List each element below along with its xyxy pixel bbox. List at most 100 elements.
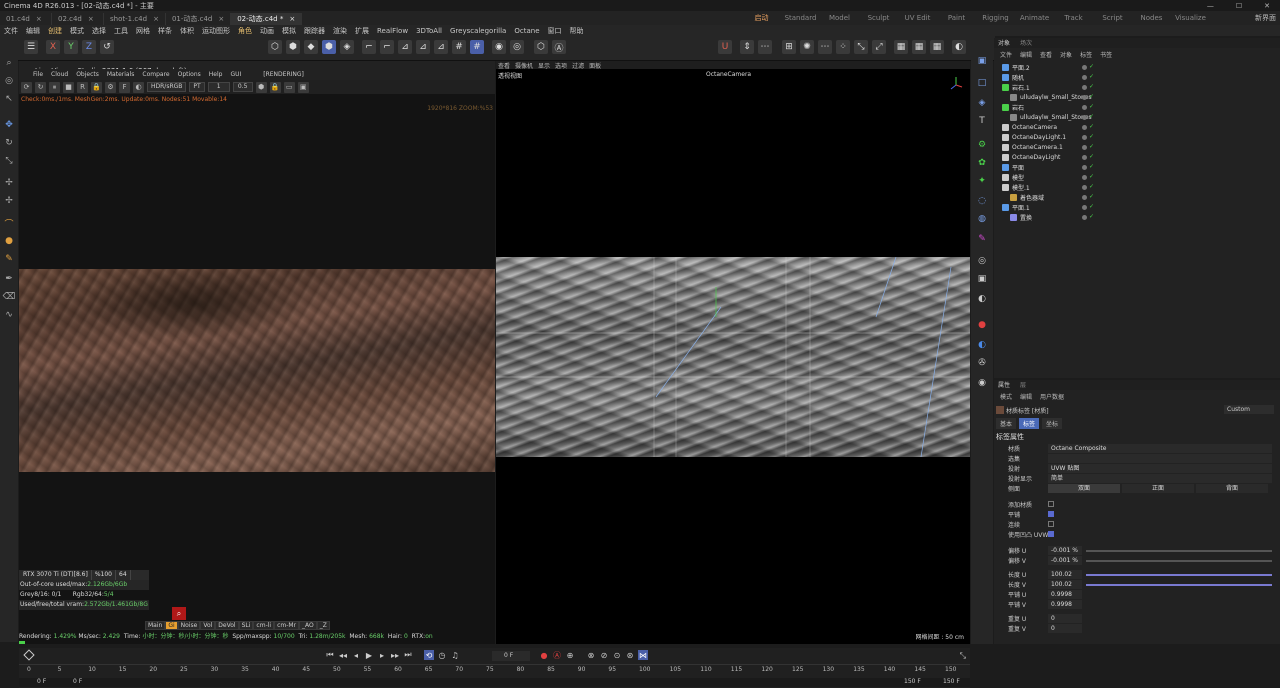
enabled-check-icon[interactable]: ✓ [1089, 64, 1095, 70]
send-scene-icon[interactable]: ⟳ [21, 81, 32, 93]
layout-tab[interactable]: Nodes [1132, 12, 1171, 24]
object-flags[interactable]: ✓ [1082, 114, 1095, 120]
z-axis-icon[interactable]: Z [82, 40, 96, 54]
pass-tab[interactable]: _Z [316, 621, 330, 630]
attribute-value[interactable] [1048, 454, 1272, 463]
enabled-check-icon[interactable]: ✓ [1089, 144, 1095, 150]
enabled-check-icon[interactable]: ✓ [1089, 94, 1095, 100]
menu-item[interactable]: 模式 [1000, 392, 1012, 402]
region-icon[interactable]: R [77, 81, 88, 93]
attribute-value[interactable]: Octane Composite [1048, 444, 1272, 453]
attribute-slider[interactable] [1086, 560, 1272, 562]
viewport-menu-item[interactable]: 面板 [589, 61, 601, 70]
doc-tab[interactable]: 02.c4d × [52, 13, 104, 25]
workplane-icon[interactable]: ⊿ [398, 40, 412, 54]
viewport-menu-item[interactable]: 显示 [538, 61, 550, 70]
x-axis-icon[interactable]: X [46, 40, 60, 54]
subtab-coords[interactable]: 坐标 [1042, 418, 1063, 429]
magnifier-icon[interactable]: ⌕ [172, 607, 186, 620]
cloner-icon[interactable]: ⚙ [974, 138, 990, 152]
menu-item[interactable]: 帮助 [570, 26, 584, 36]
menu-item[interactable]: 跟踪器 [304, 26, 325, 36]
pen-icon[interactable]: ✒ [2, 272, 16, 286]
object-flags[interactable]: ✓ [1082, 194, 1095, 200]
frame-ruler[interactable]: 0 5 10 15 20 25 30 35 40 45 50 55 60 65 70 75 80 85 90 95 10… [19, 664, 970, 676]
attribute-slider[interactable] [1086, 574, 1272, 576]
attribute-value[interactable]: -0.001 % [1048, 556, 1082, 565]
tab-objects[interactable]: 对象 [998, 38, 1010, 48]
spline-pen-icon[interactable]: ✎ [974, 232, 990, 246]
enabled-check-icon[interactable]: ✓ [1089, 174, 1095, 180]
close-tab-icon[interactable]: × [289, 15, 295, 23]
stop-icon[interactable]: ■ [63, 81, 74, 93]
visibility-dot-icon[interactable] [1082, 154, 1087, 160]
grid-snap-icon[interactable]: # [452, 40, 466, 54]
side-option[interactable]: 正面 [1122, 484, 1194, 493]
coordinate-system-icon[interactable]: ↺ [100, 40, 114, 54]
menu-item[interactable]: 窗口 [548, 26, 562, 36]
object-flags[interactable]: ✓ [1082, 144, 1095, 150]
layout-tab[interactable]: Model [820, 12, 859, 24]
monitor-icon[interactable]: ▭ [283, 81, 295, 93]
visibility-dot-icon[interactable] [1082, 124, 1087, 130]
object-row[interactable]: 模型 ✓ [994, 172, 1280, 182]
object-row[interactable]: 着色器域 ✓ [994, 192, 1280, 202]
visibility-dot-icon[interactable] [1082, 144, 1087, 150]
dots-icon[interactable]: ⋯ [758, 40, 772, 54]
effector-icon[interactable]: ✦ [974, 174, 990, 188]
pivot-icon[interactable]: ✢ [2, 194, 16, 208]
menu-item[interactable]: 模式 [70, 26, 84, 36]
object-flags[interactable]: ✓ [1082, 74, 1095, 80]
layout-tab[interactable]: Script [1093, 12, 1132, 24]
object-name[interactable]: ulludaylw_Small_Stones [1020, 114, 1092, 121]
layout-tab[interactable]: Rigging [976, 12, 1015, 24]
live-selection-icon[interactable]: ◎ [2, 74, 16, 88]
eraser-icon[interactable]: ⌫ [2, 290, 16, 304]
close-tab-icon[interactable]: × [218, 15, 224, 23]
attribute-checkbox[interactable] [1048, 511, 1054, 517]
expand-icon[interactable]: ⤢ [872, 40, 886, 54]
edges-mode-icon[interactable]: ◆ [304, 40, 318, 54]
cube-icon[interactable]: ▣ [974, 54, 990, 68]
attribute-value[interactable]: 简单 [1048, 474, 1272, 483]
object-row[interactable]: OctaneDayLight ✓ [994, 152, 1280, 162]
snap-icon[interactable]: ⌐ [362, 40, 376, 54]
object-name[interactable]: 随机 [1012, 73, 1024, 82]
object-row[interactable]: 平面 ✓ [994, 162, 1280, 172]
menu-item[interactable]: 工具 [114, 26, 128, 36]
pass-tab[interactable]: Vol [200, 621, 216, 630]
prev-frame-icon[interactable]: ◂ [351, 650, 361, 660]
film-icon[interactable]: F [119, 81, 130, 93]
menu-item[interactable]: 查看 [1040, 50, 1052, 60]
octane-live-icon[interactable]: Ⓐ [552, 40, 566, 54]
object-flags[interactable]: ✓ [1082, 214, 1095, 220]
viewport-menu-item[interactable]: 摄像机 [515, 61, 533, 70]
settings-icon[interactable]: ⚙ [105, 81, 116, 93]
object-row[interactable]: 平面.1 ✓ [994, 202, 1280, 212]
menu-item[interactable]: 网格 [136, 26, 150, 36]
keyframe-icon[interactable] [23, 649, 35, 661]
menu-item[interactable]: 渲染 [333, 26, 347, 36]
transfer-icon[interactable]: ⊞ [782, 40, 796, 54]
menu-item[interactable]: 角色 [238, 26, 252, 36]
timeline-expand-icon[interactable]: ⤡ [960, 651, 966, 661]
object-row[interactable]: ulludaylw_Small_Stones ✓ [994, 92, 1280, 102]
enabled-check-icon[interactable]: ✓ [1089, 134, 1095, 140]
menu-item[interactable]: RealFlow [377, 27, 408, 35]
points-mode-icon[interactable]: ⬢ [286, 40, 300, 54]
layout-tab[interactable]: 启动 [742, 12, 781, 24]
locked-workplane-icon[interactable]: ⊿ [416, 40, 430, 54]
viewport-menu-item[interactable]: 查看 [498, 61, 510, 70]
visibility-dot-icon[interactable] [1082, 174, 1087, 180]
tab-attributes[interactable]: 属性 [998, 380, 1010, 390]
attribute-value[interactable]: -0.001 % [1048, 546, 1082, 555]
object-name[interactable]: 模型.1 [1012, 183, 1030, 192]
doc-tab[interactable]: 01.c4d × [0, 13, 52, 25]
render-view-icon[interactable]: ◉ [492, 40, 506, 54]
clapper-icon[interactable]: ▦ [894, 40, 908, 54]
play-icon[interactable]: ▶ [364, 650, 374, 660]
pass-tab[interactable]: Main [145, 621, 166, 630]
menu-item[interactable]: 动画 [260, 26, 274, 36]
attribute-value[interactable]: 100.02 % [1048, 580, 1082, 597]
side-option[interactable]: 双面 [1048, 484, 1120, 493]
